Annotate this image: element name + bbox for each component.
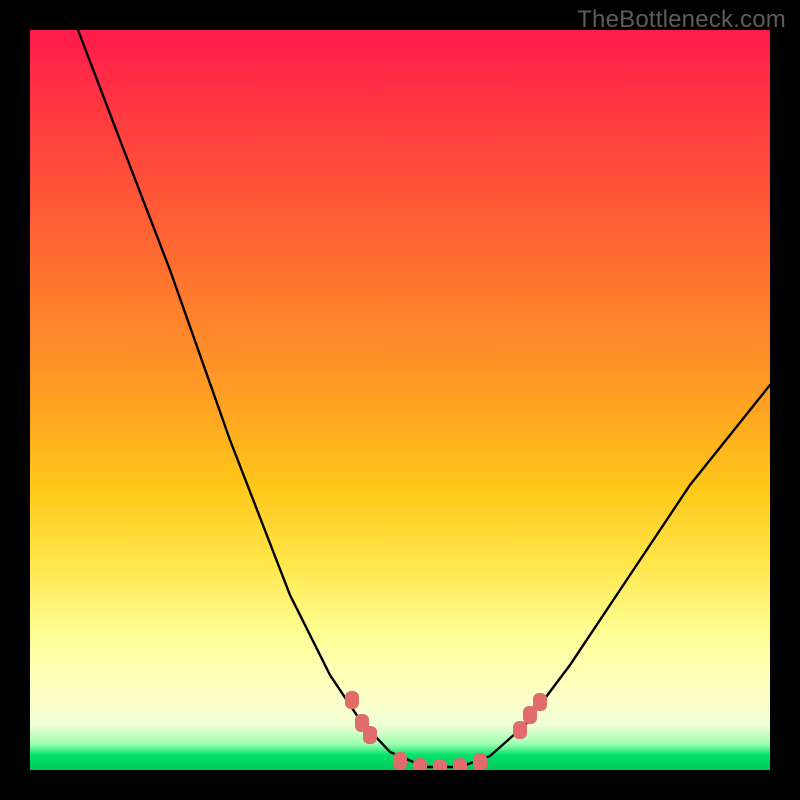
curve-marker [533,693,547,711]
curve-marker [473,753,487,770]
bottleneck-curve-svg [30,30,770,770]
curve-marker [433,759,447,770]
curve-markers [345,691,547,770]
curve-marker [393,752,407,770]
curve-marker [345,691,359,709]
curve-marker [363,726,377,744]
bottleneck-curve-path [78,30,770,767]
curve-marker [413,758,427,770]
curve-marker [453,758,467,770]
chart-frame [30,30,770,770]
curve-marker [513,721,527,739]
curve-group [78,30,770,767]
